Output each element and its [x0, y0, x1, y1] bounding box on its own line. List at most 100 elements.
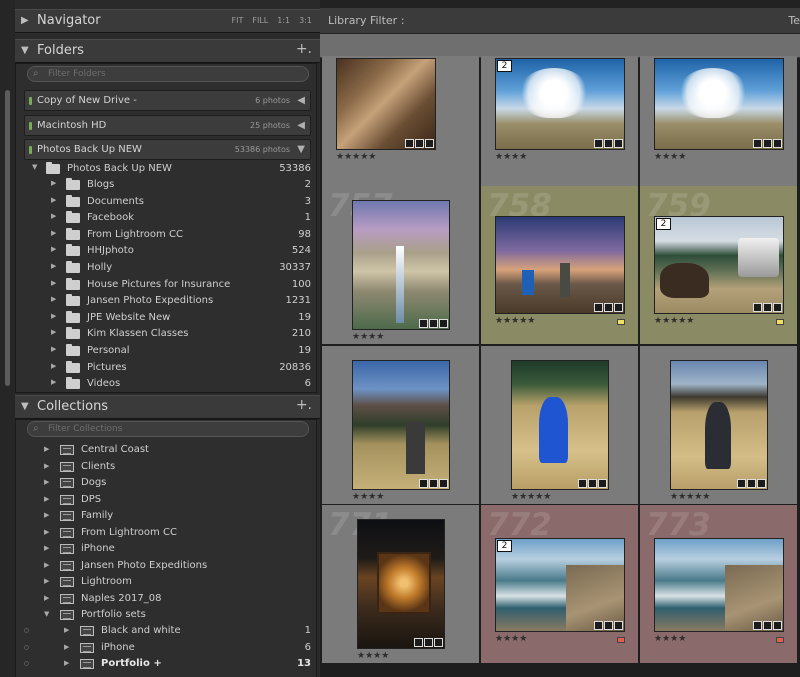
add-folder-button[interactable]: +. — [296, 41, 312, 57]
metadata-badge-icon[interactable] — [588, 479, 597, 488]
expand-triangle-icon[interactable]: ▶ — [51, 362, 56, 370]
metadata-badge-icon[interactable] — [604, 303, 613, 312]
expand-triangle-icon[interactable]: ▶ — [51, 345, 56, 353]
expand-triangle-icon[interactable]: ▶ — [44, 462, 49, 470]
photo-thumbnail[interactable] — [495, 58, 625, 150]
folder-row[interactable]: ▶ Blogs 2 — [24, 177, 314, 193]
collection-badge-icon[interactable] — [594, 139, 603, 148]
photo-thumbnail[interactable] — [654, 58, 784, 150]
navigator-panel-header[interactable]: ▶ Navigator FIT FILL 1:1 3:1 — [15, 9, 320, 33]
expand-triangle-icon[interactable]: ▶ — [51, 279, 56, 287]
thumbnail-cell[interactable]: ★★★★★ — [640, 346, 797, 504]
color-label-icon[interactable] — [776, 319, 784, 325]
photo-thumbnail[interactable] — [495, 216, 625, 314]
expand-triangle-icon[interactable]: ▶ — [44, 544, 49, 552]
expand-triangle-icon[interactable]: ▶ — [51, 196, 56, 204]
volume-copy-of-new-drive[interactable]: Copy of New Drive - 6 photos ◀ — [24, 90, 311, 111]
metadata-badge-icon[interactable] — [604, 139, 613, 148]
thumbnail-cell[interactable]: ★★★★ — [322, 346, 479, 504]
star-rating[interactable]: ★★★★ — [495, 152, 527, 162]
photo-thumbnail[interactable] — [495, 538, 625, 632]
expand-triangle-icon[interactable]: ▶ — [44, 495, 49, 503]
expand-triangle-icon[interactable]: ▶ — [44, 577, 49, 585]
expand-triangle-icon[interactable]: ▶ — [44, 511, 49, 519]
collection-row[interactable]: ▶ Black and white 1 — [24, 623, 314, 639]
photo-thumbnail[interactable] — [352, 360, 450, 490]
color-label-icon[interactable] — [776, 637, 784, 643]
folder-row[interactable]: ▶ Holly 30337 — [24, 260, 314, 276]
collection-set-row[interactable]: ▶ DPS — [24, 492, 314, 508]
collection-set-row[interactable]: ▶ Jansen Photo Expeditions — [24, 558, 314, 574]
collection-badge-icon[interactable] — [419, 319, 428, 328]
expand-triangle-icon[interactable]: ▶ — [51, 212, 56, 220]
zoom-3-1[interactable]: 3:1 — [299, 16, 312, 25]
collection-badge-icon[interactable] — [753, 621, 762, 630]
stack-count-badge[interactable]: 2 — [497, 60, 512, 72]
develop-badge-icon[interactable] — [614, 139, 623, 148]
star-rating[interactable]: ★★★★★ — [495, 316, 535, 326]
add-collection-button[interactable]: +. — [296, 397, 312, 413]
collection-row[interactable]: ▶ iPhone 6 — [24, 640, 314, 656]
folder-row[interactable]: ▶ Kim Klassen Classes 210 — [24, 326, 314, 342]
metadata-badge-icon[interactable] — [763, 303, 772, 312]
folder-row[interactable]: ▶ From Lightroom CC 98 — [24, 227, 314, 243]
thumbnail-cell[interactable]: 772 2 ★★★★ — [481, 505, 638, 663]
volume-macintosh-hd[interactable]: Macintosh HD 25 photos ◀ — [24, 115, 311, 136]
expand-triangle-icon[interactable]: ▶ — [64, 626, 69, 634]
collection-badge-icon[interactable] — [419, 479, 428, 488]
left-panel-scrollbar[interactable] — [5, 90, 10, 386]
collection-badge-icon[interactable] — [753, 139, 762, 148]
folder-filter-input[interactable]: ⌕ Filter Folders — [27, 66, 309, 82]
metadata-badge-icon[interactable] — [429, 479, 438, 488]
library-filter-text-tab[interactable]: Te — [788, 14, 800, 27]
develop-badge-icon[interactable] — [614, 621, 623, 630]
expand-triangle-icon[interactable]: ▼ — [32, 163, 37, 171]
stack-count-badge[interactable]: 2 — [656, 218, 671, 230]
expand-triangle-icon[interactable]: ▶ — [64, 643, 69, 651]
develop-badge-icon[interactable] — [773, 621, 782, 630]
expand-triangle-icon[interactable]: ▶ — [51, 312, 56, 320]
develop-badge-icon[interactable] — [757, 479, 766, 488]
photo-thumbnail[interactable] — [511, 360, 609, 490]
expand-triangle-icon[interactable]: ▶ — [51, 245, 56, 253]
collection-set-row[interactable]: ▶ Family — [24, 508, 314, 524]
develop-badge-icon[interactable] — [598, 479, 607, 488]
star-rating[interactable]: ★★★★ — [352, 492, 384, 502]
folder-row[interactable]: ▶ Personal 19 — [24, 343, 314, 359]
zoom-fit[interactable]: FIT — [232, 16, 244, 25]
develop-badge-icon[interactable] — [434, 638, 443, 647]
develop-badge-icon[interactable] — [614, 303, 623, 312]
thumbnail-cell[interactable]: ★★★★★ — [481, 346, 638, 504]
folder-row[interactable]: ▶ Videos 6 — [24, 376, 314, 392]
volume-expand-icon[interactable]: ▼ — [297, 144, 305, 155]
photo-thumbnail[interactable] — [357, 519, 445, 649]
color-label-icon[interactable] — [617, 637, 625, 643]
expand-triangle-icon[interactable]: ▶ — [44, 594, 49, 602]
collection-set-row[interactable]: ▶ Clients — [24, 459, 314, 475]
star-rating[interactable]: ★★★★★ — [654, 316, 694, 326]
collections-panel-header[interactable]: ▼ Collections +. — [15, 395, 320, 419]
expand-triangle-icon[interactable]: ▶ — [51, 328, 56, 336]
target-collection-marker[interactable] — [24, 644, 29, 650]
metadata-badge-icon[interactable] — [429, 319, 438, 328]
volume-photos-back-up-new[interactable]: Photos Back Up NEW 53386 photos ▼ — [24, 139, 311, 160]
star-rating[interactable]: ★★★★★ — [511, 492, 551, 502]
zoom-1-1[interactable]: 1:1 — [277, 16, 290, 25]
expand-triangle-icon[interactable]: ▼ — [44, 610, 49, 618]
folder-root[interactable]: ▼ Photos Back Up NEW 53386 — [24, 161, 314, 177]
photo-thumbnail[interactable] — [654, 538, 784, 632]
develop-badge-icon[interactable] — [439, 479, 448, 488]
collection-badge-icon[interactable] — [737, 479, 746, 488]
metadata-badge-icon[interactable] — [763, 139, 772, 148]
thumbnail-cell[interactable]: 758 ★★★★★ — [481, 186, 638, 344]
develop-badge-icon[interactable] — [425, 139, 434, 148]
collection-set-row[interactable]: ▶ From Lightroom CC — [24, 525, 314, 541]
expand-triangle-icon[interactable]: ▶ — [44, 445, 49, 453]
photo-thumbnail[interactable] — [352, 200, 450, 330]
metadata-badge-icon[interactable] — [747, 479, 756, 488]
folder-row[interactable]: ▶ Documents 3 — [24, 194, 314, 210]
folder-row[interactable]: ▶ House Pictures for Insurance 100 — [24, 277, 314, 293]
collection-badge-icon[interactable] — [753, 303, 762, 312]
collection-filter-input[interactable]: ⌕ Filter Collections — [27, 421, 309, 437]
collection-set-row[interactable]: ▶ Central Coast — [24, 442, 314, 458]
